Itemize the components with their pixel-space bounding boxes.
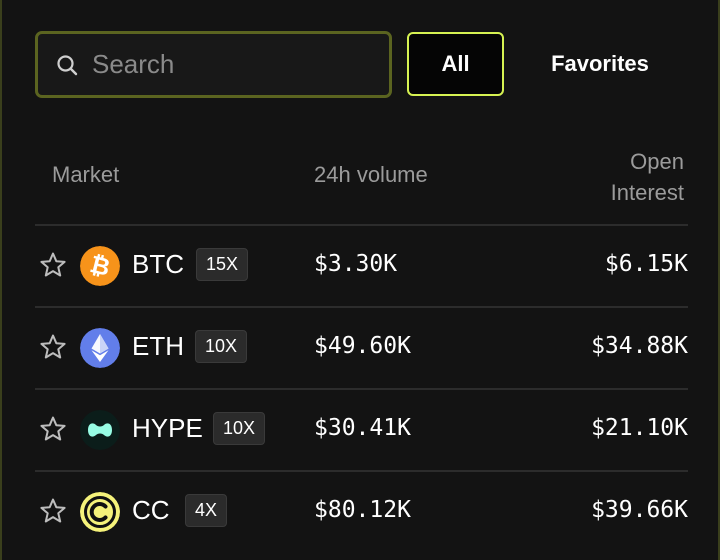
leverage-badge: 15X [196,248,249,281]
volume-value: $49.60K [314,333,411,359]
open-interest-value: $21.10K [591,415,688,441]
leverage-badge: 4X [185,494,228,527]
market-row-btc[interactable]: ₿ BTC 15X $3.30K $6.15K [35,226,688,306]
column-header-open-interest[interactable]: Open Interest [611,146,684,208]
star-icon[interactable] [39,251,67,279]
cc-icon [80,492,120,532]
market-row-hype[interactable]: HYPE 10X $30.41K $21.10K [35,390,688,470]
volume-value: $30.41K [314,415,411,441]
ethereum-icon [80,328,120,368]
open-interest-line1: Open [630,149,684,174]
market-symbol: CC [132,495,170,525]
open-interest-line2: Interest [610,180,684,205]
search-icon [57,55,78,76]
star-icon[interactable] [39,415,67,443]
market-row-eth[interactable]: ETH 10X $49.60K $34.88K [35,308,688,388]
star-icon[interactable] [39,497,67,525]
market-symbol: ETH [132,331,184,361]
search-box[interactable] [35,31,392,98]
open-interest-value: $39.66K [591,497,688,523]
search-input[interactable] [92,44,382,84]
market-symbol: BTC [132,249,184,279]
star-icon[interactable] [39,333,67,361]
column-header-volume[interactable]: 24h volume [314,162,428,188]
leverage-badge: 10X [195,330,248,363]
filter-favorites-button[interactable]: Favorites [524,32,676,96]
bitcoin-icon: ₿ [80,246,120,286]
column-header-market[interactable]: Market [52,162,119,188]
open-interest-value: $6.15K [604,251,688,277]
market-symbol: HYPE [132,413,203,443]
volume-value: $80.12K [314,497,411,523]
markets-panel: All Favorites Market 24h volume Open Int… [0,0,720,560]
open-interest-value: $34.88K [591,333,688,359]
volume-value: $3.30K [314,251,398,277]
filter-all-button[interactable]: All [407,32,504,96]
market-row-cc[interactable]: CC 4X $80.12K $39.66K [35,472,688,552]
hyperliquid-icon [80,410,120,450]
leverage-badge: 10X [213,412,266,445]
